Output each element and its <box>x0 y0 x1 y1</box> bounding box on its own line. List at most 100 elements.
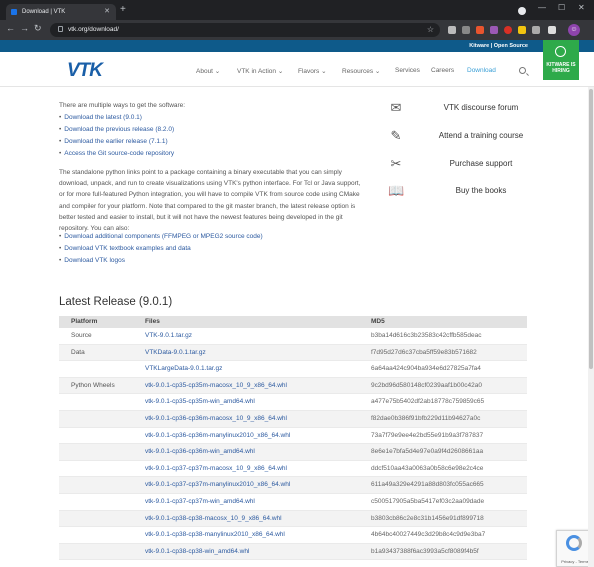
file-link[interactable]: vtk-9.0.1-cp36-cp36m-macosx_10_9_x86_64.… <box>145 411 287 428</box>
column-platform: Platform <box>71 318 98 325</box>
kitware-open-source-link[interactable]: Kitware | Open Source <box>469 40 528 52</box>
extension-icon[interactable] <box>462 26 470 34</box>
favicon-icon <box>11 9 17 15</box>
file-link[interactable]: vtk-9.0.1-cp35-cp35m-win_amd64.whl <box>145 394 255 411</box>
file-link[interactable]: VTK-9.0.1.tar.gz <box>145 328 192 345</box>
file-link[interactable]: vtk-9.0.1-cp37-cp37m-win_amd64.whl <box>145 494 255 511</box>
file-link[interactable]: vtk-9.0.1-cp36-cp36m-manylinux2010_x86_6… <box>145 428 290 445</box>
table-row: Data VTKData-9.0.1.tar.gz f7d95d27d6c37cba… <box>59 344 527 362</box>
bookmark-star-icon[interactable]: ☆ <box>427 23 434 37</box>
forward-icon[interactable]: → <box>20 23 29 33</box>
file-link[interactable]: vtk-9.0.1-cp38-cp38-win_amd64.whl <box>145 544 249 561</box>
maximize-icon[interactable]: ☐ <box>558 3 565 12</box>
extension-icon[interactable] <box>490 26 498 34</box>
vtk-logos-link[interactable]: Download VTK logos <box>59 257 125 264</box>
md5-cell: b3803cb86c2e8c31b1456e91df899718 <box>371 514 484 522</box>
table-row: vtk-9.0.1-cp37-cp37m-win_amd64.whl c50051… <box>59 494 527 511</box>
extensions-puzzle-icon[interactable] <box>548 26 556 34</box>
tab-title: Download | VTK <box>22 9 66 15</box>
file-link[interactable]: vtk-9.0.1-cp38-cp38-manylinux2010_x86_64… <box>145 527 285 544</box>
back-icon[interactable]: ← <box>6 23 15 33</box>
download-previous-link[interactable]: Download the previous release (8.2.0) <box>59 126 174 133</box>
envelope-icon: ✉ <box>390 100 402 115</box>
md5-cell: b3ba14d616c3b23583c42cffb585deac <box>371 332 482 339</box>
md5-cell: 4b64bc40027449c3d29b8c4c9d9e3ba7 <box>371 531 486 539</box>
column-files: Files <box>145 318 160 325</box>
extension-icon[interactable] <box>476 26 484 34</box>
md5-cell: 611a49a329e4291a88d803fc055ac665 <box>371 481 484 489</box>
intro-lead: There are multiple ways to get the softw… <box>59 102 186 109</box>
table-row: VTKLargeData-9.0.1.tar.gz 6a64aa424c904ba… <box>59 361 527 378</box>
header-divider <box>0 86 594 87</box>
address-url[interactable]: vtk.org/download/ <box>68 23 119 37</box>
nav-flavors[interactable]: Flavors ⌄ <box>298 67 327 75</box>
platform-cell: Source <box>71 332 92 339</box>
extension-icon[interactable] <box>532 26 540 34</box>
browser-tab[interactable]: Download | VTK ✕ <box>6 4 116 20</box>
additional-components-link[interactable]: Download additional components (FFMPEG o… <box>59 233 262 240</box>
table-row: vtk-9.0.1-cp36-cp36m-macosx_10_9_x86_64.… <box>59 411 527 428</box>
md5-cell: 73a7f79e9ee4e2bd55e91b9a3f787837 <box>371 431 484 439</box>
git-repository-link[interactable]: Access the Git source-code repository <box>59 150 174 157</box>
md5-cell: ddcf510aa43a0063a0b58c6e98e2c4ce <box>371 464 484 472</box>
hiring-label: KITWARE IS HIRING <box>546 62 576 74</box>
table-row: vtk-9.0.1-cp38-cp38-macosx_10_9_x86_64.w… <box>59 510 527 528</box>
file-link[interactable]: VTKLargeData-9.0.1.tar.gz <box>145 361 222 378</box>
extension-icon[interactable] <box>504 26 512 34</box>
extension-icon[interactable] <box>518 26 526 34</box>
pencil-ruler-icon: ✎ <box>390 128 402 143</box>
md5-cell: 9c2bd96d580148cf0239aaf1b00c42a0 <box>371 381 482 389</box>
minimize-icon[interactable]: — <box>538 3 546 12</box>
browser-tab-bar: Download | VTK ✕ + — ☐ ✕ <box>0 0 594 20</box>
textbook-examples-link[interactable]: Download VTK textbook examples and data <box>59 245 190 252</box>
table-row: Source VTK-9.0.1.tar.gz b3ba14d616c3b23583… <box>59 328 527 345</box>
table-row: Python Wheels vtk-9.0.1-cp35-cp35m-macosx… <box>59 377 527 395</box>
table-row: vtk-9.0.1-cp38-cp38-win_amd64.whl b1a9343… <box>59 543 527 561</box>
kitware-icon <box>555 46 566 57</box>
table-header: Platform Files MD5 <box>59 316 527 328</box>
new-tab-icon[interactable]: + <box>120 4 126 16</box>
file-link[interactable]: vtk-9.0.1-cp35-cp35m-macosx_10_9_x86_64.… <box>145 378 287 395</box>
tools-icon: ✂ <box>390 156 402 171</box>
column-md5: MD5 <box>371 318 385 325</box>
scrollbar-thumb[interactable] <box>589 89 593 369</box>
reload-icon[interactable]: ↻ <box>34 23 42 34</box>
nav-vtk-in-action[interactable]: VTK in Action ⌄ <box>237 67 283 75</box>
file-link[interactable]: vtk-9.0.1-cp38-cp38-macosx_10_9_x86_64.w… <box>145 511 282 528</box>
vtk-logo[interactable]: VTK <box>67 60 103 82</box>
platform-cell: Python Wheels <box>71 381 115 389</box>
download-earlier-link[interactable]: Download the earlier release (7.1.1) <box>59 138 167 145</box>
address-bar[interactable]: vtk.org/download/ ☆ <box>50 23 440 37</box>
file-link[interactable]: VTKData-9.0.1.tar.gz <box>145 345 206 362</box>
nav-careers[interactable]: Careers <box>431 67 454 74</box>
file-link[interactable]: vtk-9.0.1-cp36-cp36m-win_amd64.whl <box>145 444 255 461</box>
nav-resources[interactable]: Resources ⌄ <box>342 67 380 75</box>
media-icon[interactable] <box>518 7 526 15</box>
lock-icon <box>58 26 63 32</box>
profile-avatar[interactable]: ☺ <box>568 24 580 36</box>
close-window-icon[interactable]: ✕ <box>578 3 585 12</box>
nav-services[interactable]: Services <box>395 67 420 74</box>
recaptcha-icon <box>566 535 582 551</box>
nav-about[interactable]: About ⌄ <box>196 67 220 75</box>
close-tab-icon[interactable]: ✕ <box>104 4 110 20</box>
extension-icon[interactable] <box>448 26 456 34</box>
nav-download[interactable]: Download <box>467 67 496 74</box>
sidebar-item-label: Purchase support <box>449 159 513 168</box>
page-scrollbar[interactable] <box>588 87 594 567</box>
md5-cell: 8e6e1e7bfa5d4e97e0a9f4d2608661aa <box>371 448 484 456</box>
sidebar-item-label: Attend a training course <box>438 131 524 140</box>
md5-cell: c500517905a5ba5417ef03c2aa09dade <box>371 498 485 505</box>
hiring-badge[interactable]: KITWARE IS HIRING <box>543 40 579 80</box>
sidebar-item-label: Buy the books <box>455 186 507 195</box>
file-link[interactable]: vtk-9.0.1-cp37-cp37m-manylinux2010_x86_6… <box>145 477 290 494</box>
download-latest-link[interactable]: Download the latest (9.0.1) <box>59 114 142 121</box>
sidebar-item-label: VTK discourse forum <box>443 103 519 112</box>
platform-cell: Data <box>71 348 85 356</box>
site-topbar: Kitware | Open Source <box>0 40 594 52</box>
md5-cell: f82dae0b386f91bfb229d11b94627a0c <box>371 415 481 422</box>
file-link[interactable]: vtk-9.0.1-cp37-cp37m-macosx_10_9_x86_64.… <box>145 461 287 478</box>
table-row: vtk-9.0.1-cp37-cp37m-manylinux2010_x86_6… <box>59 477 527 494</box>
table-row: vtk-9.0.1-cp36-cp36m-win_amd64.whl 8e6e1e… <box>59 444 527 461</box>
search-icon[interactable] <box>519 67 526 74</box>
